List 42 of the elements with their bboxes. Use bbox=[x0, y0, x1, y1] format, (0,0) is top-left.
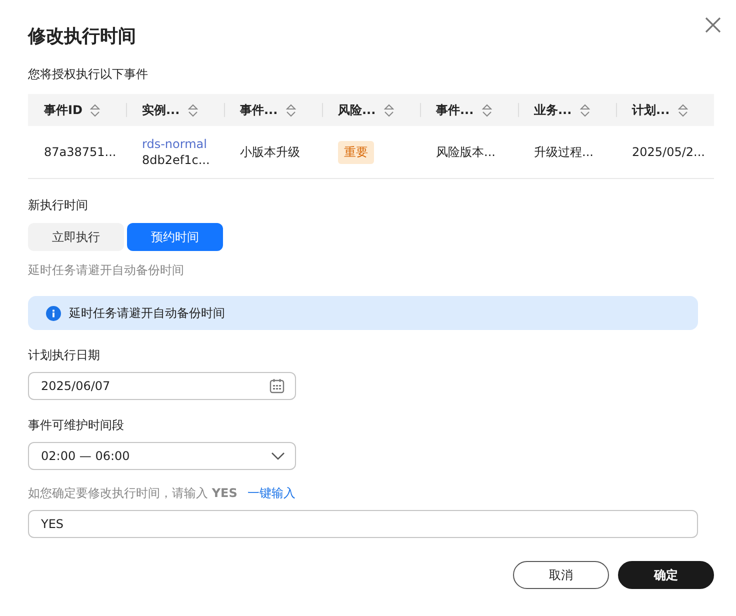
column-header[interactable]: 风险... bbox=[338, 102, 376, 118]
column-header[interactable]: 计划... bbox=[632, 102, 670, 118]
confirm-input[interactable]: YES bbox=[28, 510, 698, 538]
sort-icon[interactable] bbox=[286, 104, 296, 116]
sort-icon[interactable] bbox=[482, 104, 492, 116]
column-header[interactable]: 事件ID bbox=[44, 102, 82, 118]
risk-tag: 重要 bbox=[338, 140, 374, 164]
sort-icon[interactable] bbox=[90, 104, 100, 116]
time-window-dropdown[interactable]: 02:00 — 06:00 bbox=[28, 442, 296, 470]
chevron-down-icon bbox=[271, 452, 285, 460]
field-label: 计划执行日期 bbox=[28, 347, 101, 364]
notice-text: 延时任务请避开自动备份时间 bbox=[69, 304, 225, 322]
auto-fill-link[interactable]: 一键输入 bbox=[247, 485, 296, 502]
close-icon[interactable] bbox=[704, 16, 722, 34]
intro-text: 您将授权执行以下事件 bbox=[28, 66, 149, 83]
table-cell: 升级过程... bbox=[534, 144, 594, 160]
column-header[interactable]: 事件... bbox=[240, 102, 278, 118]
column-header[interactable]: 业务... bbox=[534, 102, 572, 118]
table-cell: 2025/05/2... bbox=[632, 145, 705, 159]
table-cell: 风险版本... bbox=[436, 144, 496, 160]
confirm-prompt: 如您确定要修改执行时间，请输入 YES bbox=[28, 485, 238, 502]
info-icon bbox=[46, 306, 61, 320]
sort-icon[interactable] bbox=[678, 104, 688, 116]
field-label: 新执行时间 bbox=[28, 197, 89, 214]
table-cell: 8db2ef1c... bbox=[142, 153, 210, 167]
mode-tab[interactable]: 预约时间 bbox=[127, 223, 223, 251]
date-field[interactable]: 2025/06/07 bbox=[28, 372, 296, 400]
hint-text: 延时任务请避开自动备份时间 bbox=[28, 262, 185, 279]
calendar-icon bbox=[269, 378, 285, 394]
field-label: 事件可维护时间段 bbox=[28, 417, 125, 434]
dialog-title: 修改执行时间 bbox=[28, 25, 137, 49]
mode-tab[interactable]: 立即执行 bbox=[28, 223, 124, 251]
column-header[interactable]: 实例... bbox=[142, 102, 180, 118]
sort-icon[interactable] bbox=[188, 104, 198, 116]
confirm-button[interactable]: 确定 bbox=[618, 561, 714, 589]
column-header[interactable]: 事件... bbox=[436, 102, 474, 118]
cancel-button[interactable]: 取消 bbox=[513, 561, 609, 589]
instance-link[interactable]: rds-normal bbox=[142, 137, 210, 151]
table-cell: 87a38751... bbox=[44, 145, 116, 159]
sort-icon[interactable] bbox=[580, 104, 590, 116]
table-cell: 小版本升级 bbox=[240, 144, 300, 160]
sort-icon[interactable] bbox=[384, 104, 394, 116]
